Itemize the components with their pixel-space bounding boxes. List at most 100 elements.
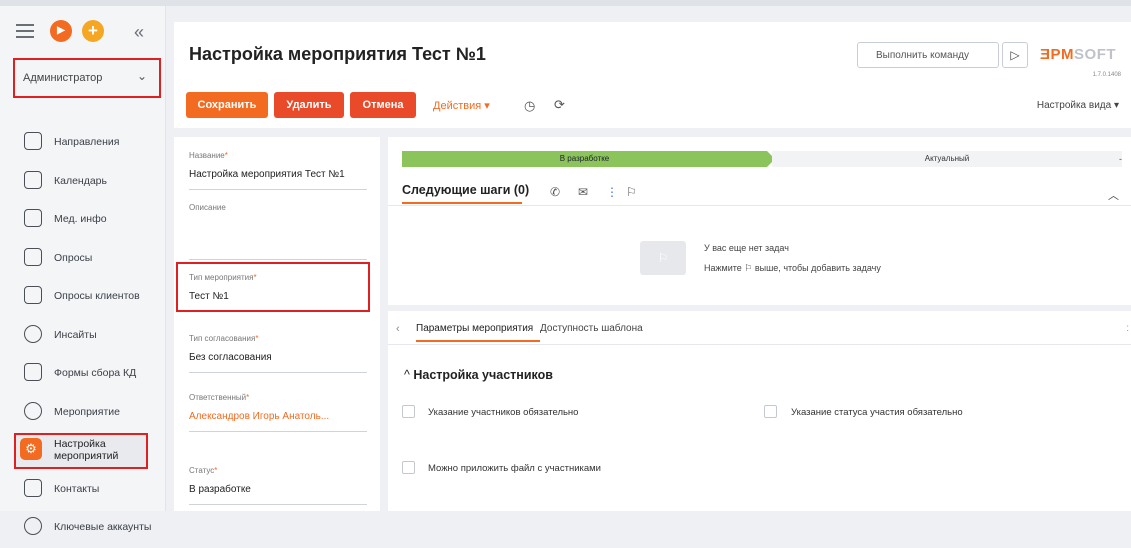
phone-icon[interactable]: ✆: [550, 185, 560, 199]
sidebar-item-insights[interactable]: Инсайты: [0, 317, 166, 356]
checkbox-label: Указание статуса участия обязательно: [791, 407, 963, 418]
document-icon: [24, 132, 42, 150]
empty-tasks-title: У вас еще нет задач: [704, 243, 789, 253]
divider: [189, 189, 367, 190]
sidebar-item-label: Опросы клиентов: [54, 290, 140, 302]
checkbox-required-status[interactable]: [764, 405, 777, 418]
description-label: Описание: [189, 203, 226, 212]
menu-icon[interactable]: [16, 24, 36, 38]
sidebar-item-directions[interactable]: Направления: [0, 124, 166, 163]
name-value: Настройка мероприятия Тест №1: [189, 169, 345, 180]
checkbox-required-participants[interactable]: [402, 405, 415, 418]
sidebar-item-label: Направления: [54, 136, 120, 148]
page-header: Настройка мероприятия Тест №1 Выполнить …: [174, 22, 1131, 128]
role-selector[interactable]: Администратор ⌄: [13, 58, 161, 98]
sidebar-item-client-surveys[interactable]: Опросы клиентов: [0, 278, 166, 317]
flag-task-icon[interactable]: ⚐: [626, 185, 637, 199]
checkbox-attach-file[interactable]: [402, 461, 415, 474]
divider: [388, 344, 1131, 345]
accounts-icon: [24, 517, 42, 535]
sidebar-item-calendar[interactable]: Календарь: [0, 163, 166, 202]
sidebar-item-label: Мероприятие: [54, 405, 120, 418]
sidebar-item-med-info[interactable]: Мед. инфо: [0, 201, 166, 240]
sidebar-item-event[interactable]: Мероприятие: [0, 394, 166, 433]
view-settings[interactable]: Настройка вида ▾: [1037, 100, 1119, 111]
cancel-button[interactable]: Отмена: [350, 92, 416, 118]
more-icon[interactable]: ⋮: [606, 185, 618, 199]
play-icon[interactable]: ▶: [50, 20, 72, 42]
details-panel: ‹ Параметры мероприятия Доступность шабл…: [388, 311, 1131, 511]
name-field[interactable]: Название* Настройка мероприятия Тест №1: [189, 151, 367, 190]
collapse-up-icon[interactable]: ︿: [1108, 187, 1119, 203]
stage-more-icon: -: [1119, 154, 1122, 164]
command-placeholder: Выполнить команду: [876, 50, 969, 61]
divider: [189, 431, 367, 432]
approval-label-text: Тип согласования: [189, 334, 256, 343]
divider: [189, 372, 367, 373]
page-title: Настройка мероприятия Тест №1: [189, 44, 486, 64]
record-form: Название* Настройка мероприятия Тест №1 …: [174, 137, 380, 511]
sidebar-item-label: Настройка мероприятий: [54, 438, 119, 462]
name-label: Название*: [189, 151, 228, 160]
tab-template-availability[interactable]: Доступность шаблона: [540, 323, 643, 334]
description-field[interactable]: Описание: [189, 203, 367, 260]
owner-label-text: Ответственный: [189, 393, 247, 402]
event-type-highlight: [176, 262, 370, 312]
owner-value[interactable]: Александров Игорь Анатоль...: [189, 411, 367, 427]
sidebar-item-surveys[interactable]: Опросы: [0, 240, 166, 279]
collapse-icon[interactable]: «: [134, 22, 144, 43]
sidebar-item-forms[interactable]: Формы сбора КД: [0, 355, 166, 394]
participants-group-label: Настройка участников: [413, 368, 553, 382]
checkbox-label: Можно приложить файл с участниками: [428, 463, 601, 474]
add-icon[interactable]: +: [82, 20, 104, 42]
sidebar-item-accounts[interactable]: Ключевые аккаунты: [0, 509, 166, 548]
clock-icon: [24, 401, 42, 420]
sidebar-top: ▶ + «: [14, 16, 159, 50]
sidebar-item-label: Инсайты: [54, 328, 97, 341]
caret-up-icon: ^: [404, 368, 414, 382]
approval-type-field[interactable]: Тип согласования* Без согласования: [189, 334, 367, 373]
contact-icon: [24, 478, 42, 497]
sidebar-item-contacts[interactable]: Контакты: [0, 471, 166, 510]
owner-field[interactable]: Ответственный* Александров Игорь Анатоль…: [189, 393, 367, 432]
owner-label: Ответственный*: [189, 393, 250, 402]
run-command-icon[interactable]: ▷: [1002, 42, 1028, 68]
stage-next-label: Актуальный: [924, 154, 970, 163]
empty-tasks-icon: ⚐: [640, 241, 686, 275]
next-steps-panel: В разработке Актуальный - Следующие шаги…: [388, 137, 1131, 305]
next-steps-title[interactable]: Следующие шаги (0): [402, 183, 529, 197]
chevron-left-icon[interactable]: ‹: [396, 323, 400, 335]
sidebar-item-event-settings[interactable]: ⚙ Настройка мероприятий: [0, 432, 166, 471]
tab-underline: [402, 202, 522, 204]
name-label-text: Название: [189, 151, 225, 160]
command-input[interactable]: Выполнить команду: [857, 42, 999, 68]
status-field[interactable]: Статус* В разработке: [189, 466, 367, 505]
tab-event-params[interactable]: Параметры мероприятия: [416, 323, 533, 334]
sidebar-item-label: Опросы: [54, 251, 93, 264]
stage-next[interactable]: Актуальный -: [772, 151, 1122, 167]
status-label: Статус*: [189, 466, 218, 475]
participants-group-title[interactable]: ^ Настройка участников: [404, 368, 553, 382]
role-label: Администратор: [23, 72, 103, 84]
logo-right: SOFT: [1074, 46, 1117, 63]
delete-button[interactable]: Удалить: [274, 92, 344, 118]
sidebar-item-label: Мед. инфо: [54, 213, 107, 225]
status-value: В разработке: [189, 484, 251, 495]
survey-icon: [24, 286, 42, 304]
forms-icon: [24, 363, 42, 381]
chevron-right-icon[interactable]: :: [1126, 323, 1129, 334]
save-button[interactable]: Сохранить: [186, 92, 268, 118]
settings-icon: ⚙: [20, 438, 42, 460]
sidebar-item-label: Ключевые аккаунты: [54, 521, 152, 533]
email-icon[interactable]: ✉: [578, 185, 588, 199]
tab-underline: [416, 340, 540, 342]
actions-menu[interactable]: Действия ▾: [433, 99, 490, 112]
tag-icon[interactable]: ◷: [524, 98, 535, 114]
stage-current[interactable]: В разработке: [402, 151, 775, 167]
empty-tasks-hint: Нажмите ⚐ выше, чтобы добавить задачу: [704, 263, 881, 273]
sync-icon[interactable]: ⟳: [554, 97, 565, 113]
chat-icon: [24, 209, 42, 227]
divider: [189, 259, 367, 260]
sidebar-item-label: Контакты: [54, 482, 100, 495]
sidebar-item-label: Календарь: [54, 174, 107, 187]
